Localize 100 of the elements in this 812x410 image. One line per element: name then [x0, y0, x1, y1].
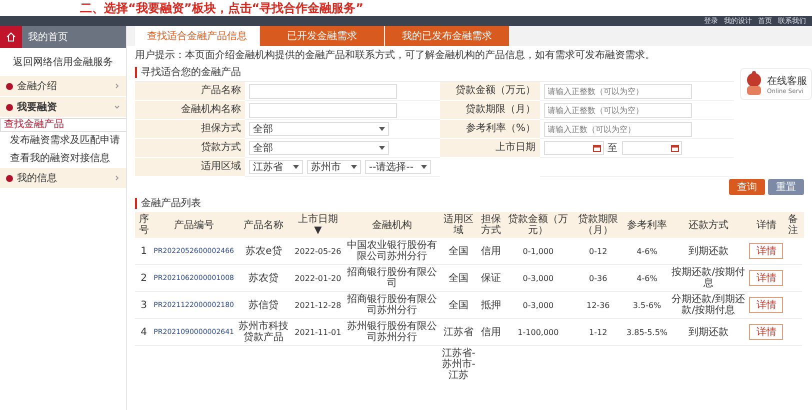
tab[interactable]: 已开发金融需求	[260, 26, 385, 46]
tab[interactable]: 查找适合金融产品信息	[135, 26, 260, 46]
table-cell: 分期还款/到期还款/按期付息	[668, 292, 748, 318]
bullet-icon	[6, 82, 13, 90]
chevron-right-icon	[114, 83, 120, 89]
field-label: 参考利率（%）	[440, 120, 540, 139]
sidebar-item[interactable]: 查找金融产品	[0, 118, 126, 132]
detail-button[interactable]: 详情	[749, 324, 784, 340]
column-header: 参考利率	[625, 212, 669, 238]
table-cell: 招商银行股份有限公司	[343, 264, 441, 292]
table-cell: 苏农贷	[235, 264, 292, 292]
caret-icon	[421, 165, 427, 169]
section-title: 寻找适合您的金融产品	[135, 67, 241, 78]
dropdown[interactable]: 全部	[249, 141, 389, 155]
bullet-icon	[6, 104, 13, 110]
column-header: 金融机构	[343, 212, 441, 238]
back-link[interactable]: 返回网络信用金融服务	[0, 48, 126, 76]
field-label: 贷款方式	[135, 139, 245, 158]
input-field[interactable]	[249, 102, 397, 118]
caret-icon	[379, 127, 385, 131]
table-cell: 12-36	[570, 292, 626, 318]
section-title: 金融产品列表	[135, 198, 201, 209]
caret-icon	[379, 146, 385, 150]
field-label: 产品名称	[135, 82, 245, 101]
home-icon[interactable]	[0, 26, 22, 48]
table-cell: 到期还款	[668, 238, 748, 264]
table-cell: 1	[135, 238, 153, 264]
sidebar-section[interactable]: 金融介绍	[0, 76, 126, 96]
table-cell: 招商银行股份有限公司苏州分行	[343, 292, 441, 318]
column-header: 备注	[784, 212, 802, 238]
table-cell: 全国	[440, 292, 477, 318]
column-header: 适用区域	[440, 212, 477, 238]
detail-button[interactable]: 详情	[749, 297, 784, 313]
table-cell: 苏州银行股份有限公司苏州分行	[343, 318, 441, 346]
table-cell: 0-3,000	[506, 292, 571, 318]
column-header: 上市日期 ▼	[292, 212, 344, 238]
chevron-right-icon	[114, 175, 120, 181]
input-field[interactable]: 请输入正数（可以为空）	[544, 122, 692, 136]
sidebar-section[interactable]: 我要融资	[0, 97, 126, 117]
field-label: 金融机构名称	[135, 101, 245, 120]
bullet-icon	[6, 174, 13, 182]
field-label: 贷款期限（月）	[440, 101, 540, 120]
table-cell: 2022-01-20	[292, 264, 344, 292]
caret-icon	[351, 165, 357, 169]
table-cell: 4	[135, 318, 153, 346]
column-header: 序号	[135, 212, 153, 238]
table-cell: 按期还款/按期付息	[668, 264, 748, 292]
search-button[interactable]: 查询	[729, 179, 765, 195]
table-cell: 江苏省	[440, 318, 477, 346]
calendar-icon[interactable]	[670, 144, 678, 152]
detail-button[interactable]: 详情	[749, 243, 784, 259]
dropdown[interactable]: 江苏省	[249, 160, 303, 174]
sidebar-item[interactable]: 查看我的融资对接信息	[0, 150, 112, 168]
table-cell: 江苏省-苏州市-江苏	[440, 346, 477, 383]
column-header: 担保方式	[476, 212, 506, 238]
dropdown[interactable]: 苏州市	[307, 160, 361, 174]
dropdown[interactable]: --请选择--	[365, 160, 431, 174]
chat-title: 在线客服	[767, 74, 807, 88]
dropdown[interactable]: 全部	[249, 122, 389, 136]
table-cell: 0-36	[570, 264, 626, 292]
sidebar-section[interactable]: 我的信息	[0, 168, 126, 188]
table-cell: 全国	[440, 238, 477, 264]
table-cell: 苏农e贷	[235, 238, 292, 264]
intro-text: 用户提示：本页面介绍金融机构提供的金融产品和联系方式，可了解金融机构的产品信息，如有需求可发布融资需求。	[135, 50, 656, 62]
input-field[interactable]	[249, 84, 397, 98]
field-label: 上市日期	[440, 139, 540, 158]
detail-button[interactable]: 详情	[749, 270, 784, 286]
table-cell: 0-1,000	[506, 238, 571, 264]
calendar-icon[interactable]	[592, 144, 600, 152]
table-cell: 4-6%	[625, 238, 669, 264]
table-cell: 3.85-5.5%	[625, 318, 669, 346]
table-cell: 2021-11-01	[292, 318, 344, 346]
table-cell: 到期还款	[668, 318, 748, 346]
table-cell: 4-6%	[625, 264, 669, 292]
column-header: 产品编号	[152, 212, 236, 238]
table-cell: 0-3,000	[506, 264, 571, 292]
input-field[interactable]: 请输入正整数（可以为空）	[544, 84, 692, 98]
home-link[interactable]: 我的首页	[22, 30, 68, 44]
column-header: 贷款金额（万元）	[506, 212, 571, 238]
table-cell: 苏信贷	[235, 292, 292, 318]
table-cell: 2	[135, 264, 153, 292]
table-cell: 3.5-6%	[625, 292, 669, 318]
table-cell: 抵押	[476, 292, 506, 318]
tab[interactable]: 我的已发布金融需求	[385, 26, 510, 46]
column-header: 还款方式	[668, 212, 748, 238]
table-cell: 信用	[476, 238, 506, 264]
date-field[interactable]	[622, 141, 682, 155]
chevron-down-icon	[114, 104, 120, 110]
table-cell: 中国农业银行股份有限公司苏州分行	[343, 238, 441, 264]
sidebar-item[interactable]: 发布融资需求及匹配申请	[0, 132, 122, 150]
table-cell: 信用	[476, 318, 506, 346]
input-field[interactable]: 请输入正整数（可以为空）	[544, 102, 692, 118]
table-cell: 2022-05-26	[292, 238, 344, 264]
table-cell: 3	[135, 292, 153, 318]
table-cell: 1-12	[570, 318, 626, 346]
field-label: 适用区域	[135, 158, 245, 177]
table-cell: 保证	[476, 264, 506, 292]
column-header: 贷款期限（月）	[570, 212, 626, 238]
date-field[interactable]	[544, 141, 604, 155]
table-cell: 1-100,000	[506, 318, 571, 346]
